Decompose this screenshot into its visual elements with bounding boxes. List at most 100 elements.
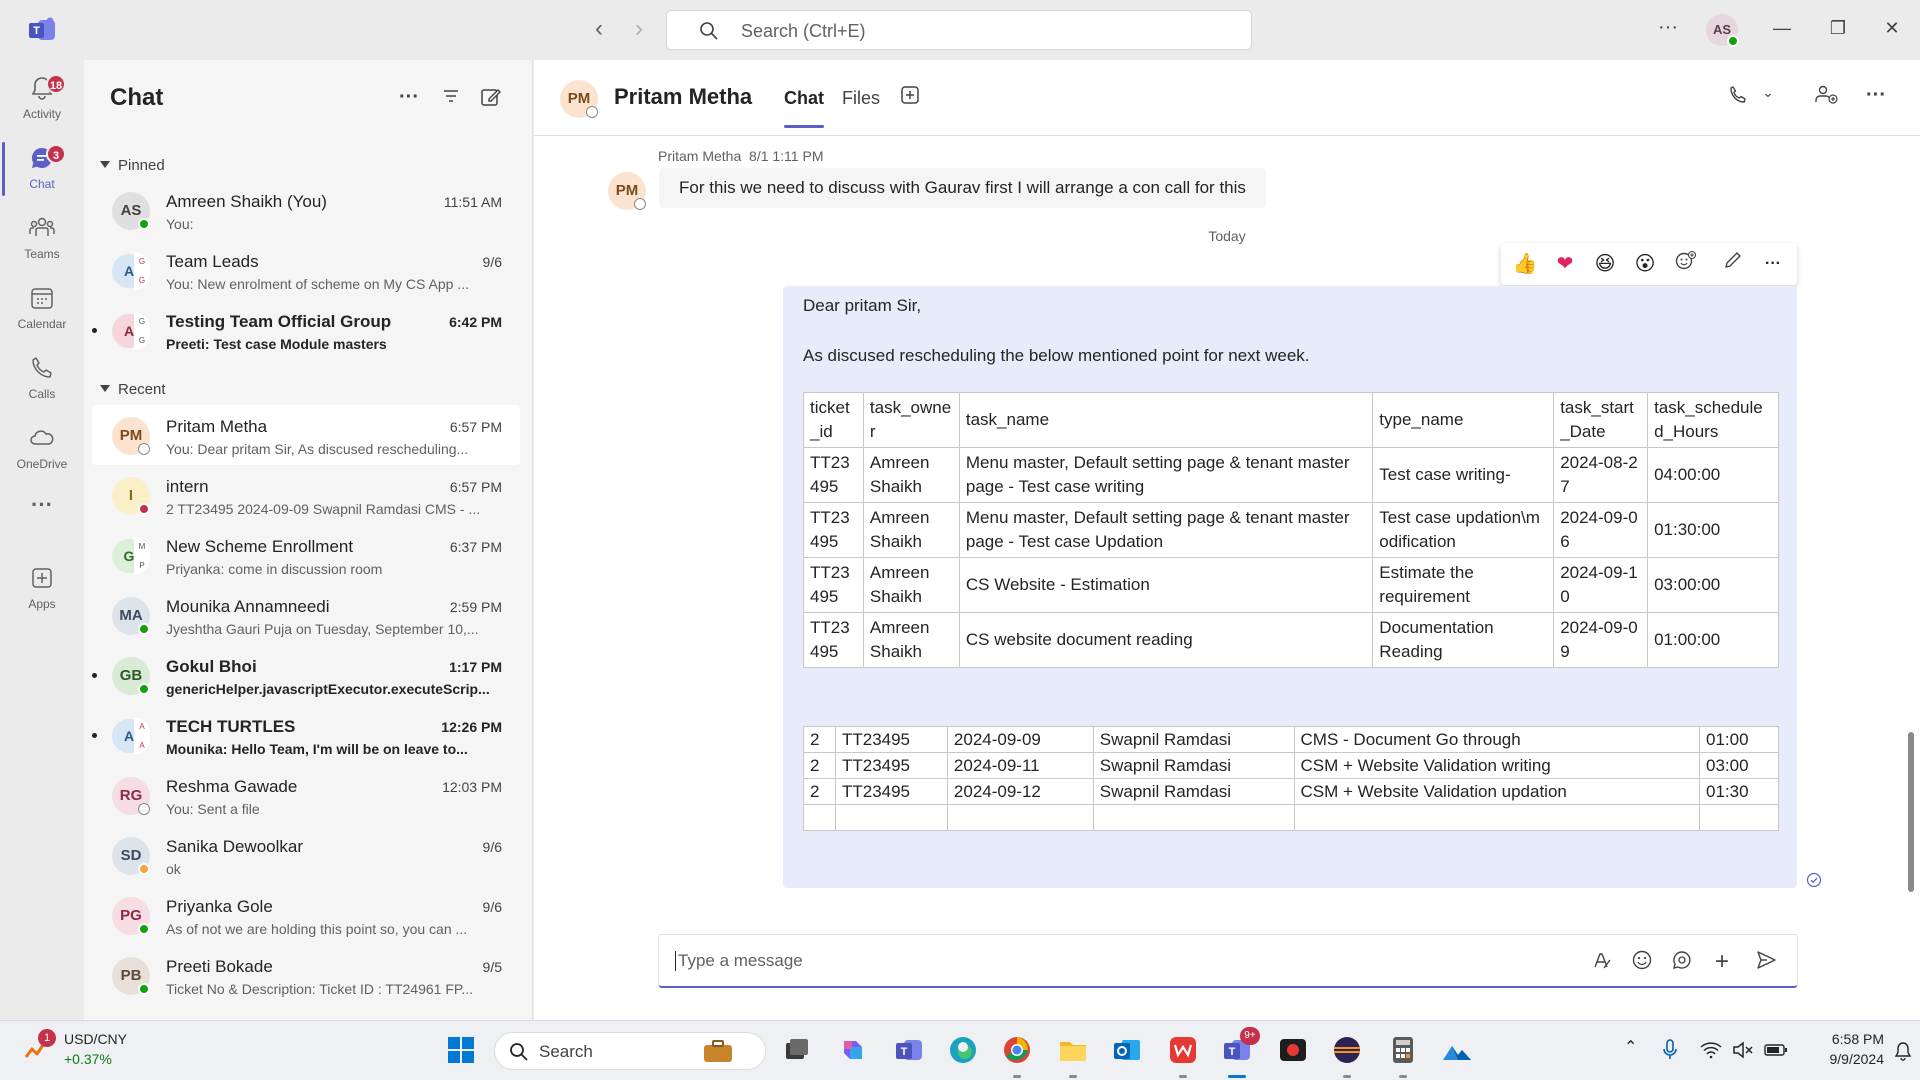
add-tab-icon[interactable] [896,84,924,112]
rail-item-activity[interactable]: 18 Activity [0,66,84,132]
call-icon[interactable] [1724,84,1752,112]
chat-badge: 3 [46,144,66,164]
taskbar-date[interactable]: 9/9/2024 [1798,1051,1885,1067]
attach-plus-icon[interactable]: + [1709,949,1735,975]
table-cell: TT23495 [834,752,948,779]
wps-office-icon[interactable] [1166,1033,1200,1067]
loop-component-icon[interactable] [1669,949,1695,975]
avatar: AS [112,192,150,230]
outgoing-message[interactable]: Dear pritam Sir, As discused reschedulin… [783,286,1797,888]
group-avatar-stack-icon: GG [134,312,150,350]
pinned-section-label[interactable]: Pinned [100,157,165,174]
more-apps-icon[interactable]: ··· [0,492,84,558]
chat-preview: Preeti: Test case Module masters [166,336,387,352]
taskbar-time[interactable]: 6:58 PM [1798,1031,1884,1047]
close-icon[interactable]: ✕ [1880,16,1904,40]
sender-avatar[interactable]: PM [608,172,646,210]
rail-item-calls[interactable]: Calls [0,346,84,412]
surprised-reaction-icon[interactable]: 😮 [1631,250,1659,278]
emoji-icon[interactable] [1629,949,1655,975]
unread-dot-icon [92,673,97,678]
avatar: I [112,477,150,515]
copilot-icon[interactable] [836,1033,870,1067]
edge-icon[interactable] [946,1033,980,1067]
recent-section-label[interactable]: Recent [100,381,166,398]
notification-bell-icon[interactable] [1894,1041,1912,1066]
chat-item-testing-team[interactable]: AGG Testing Team Official Group 6:42 PM … [92,300,520,360]
teams-taskbar-icon[interactable]: T [892,1033,926,1067]
scrollbar[interactable] [1908,732,1914,892]
filter-icon[interactable] [438,86,464,112]
chat-item-amreen-shaikh[interactable]: AS Amreen Shaikh (You) 11:51 AM You: [92,180,520,240]
volume-muted-icon[interactable] [1732,1041,1754,1064]
screen-recorder-icon[interactable] [1276,1033,1310,1067]
thumbs-up-reaction-icon[interactable]: 👍 [1511,250,1539,278]
table-row [803,804,1780,831]
chevron-down-icon[interactable]: ⌄ [1754,84,1782,112]
recent-label-text: Recent [118,381,166,398]
message-meta: Pritam Metha 8/1 1:11 PM [658,148,823,164]
format-icon[interactable] [1589,949,1615,975]
chat-item-intern[interactable]: I intern 6:57 PM 2 TT23495 2024-09-09 Sw… [92,465,520,525]
rail-item-chat[interactable]: 3 Chat [0,136,84,202]
tab-chat[interactable]: Chat [784,88,824,128]
outlook-icon[interactable] [1110,1033,1144,1067]
wifi-icon[interactable] [1700,1041,1722,1064]
chat-item-team-leads[interactable]: AGG Team Leads 9/6 You: New enrolment of… [92,240,520,300]
presence-offline-icon [138,803,150,815]
eclipse-icon[interactable] [1330,1033,1364,1067]
microphone-icon[interactable] [1662,1039,1678,1066]
chat-item-tech-turtles[interactable]: AAA TECH TURTLES 12:26 PM Mounika: Hello… [92,705,520,765]
photos-icon[interactable] [1440,1033,1474,1067]
contact-avatar[interactable]: PM [560,80,598,118]
rail-item-apps[interactable]: Apps [0,556,84,622]
chat-item-mounika-annamneedi[interactable]: MA Mounika Annamneedi 2:59 PM Jyeshtha G… [92,585,520,645]
edit-icon[interactable] [1719,250,1747,278]
chat-item-priyanka-gole[interactable]: PG Priyanka Gole 9/6 As of not we are ho… [92,885,520,945]
minimize-icon[interactable]: — [1770,16,1794,40]
add-people-icon[interactable] [1812,84,1840,112]
new-chat-icon[interactable] [478,86,504,112]
forward-arrow-icon[interactable]: › [624,14,654,44]
back-arrow-icon[interactable]: ‹ [584,14,614,44]
user-avatar[interactable]: AS [1706,14,1739,47]
chat-item-preeti-bokade[interactable]: PB Preeti Bokade 9/5 Ticket No & Descrip… [92,945,520,1005]
rail-label: OneDrive [16,457,68,471]
tab-files[interactable]: Files [842,88,880,109]
avatar-initials: PM [119,427,143,444]
send-icon[interactable] [1753,949,1779,975]
rail-item-onedrive[interactable]: OneDrive [0,416,84,482]
incoming-message[interactable]: For this we need to discuss with Gaurav … [659,168,1266,208]
presence-available-icon [138,923,150,935]
chat-item-reshma-gawade[interactable]: RG Reshma Gawade 12:03 PM You: Sent a fi… [92,765,520,825]
chrome-icon[interactable] [1000,1033,1034,1067]
battery-icon[interactable] [1764,1041,1788,1064]
add-reaction-icon[interactable] [1671,250,1699,278]
taskbar-search[interactable]: Search [494,1032,766,1070]
message-composer[interactable]: Type a message + [658,934,1798,988]
chat-item-gokul-bhoi[interactable]: GB Gokul Bhoi 1:17 PM genericHelper.java… [92,645,520,705]
file-explorer-icon[interactable] [1056,1033,1090,1067]
contact-name[interactable]: Pritam Metha [614,84,752,110]
rail-item-calendar[interactable]: Calendar [0,276,84,342]
more-options-icon[interactable]: ··· [1862,84,1890,112]
restore-icon[interactable]: ❐ [1826,16,1850,40]
chat-item-sanika-dewoolkar[interactable]: SD Sanika Dewoolkar 9/6 ok [92,825,520,885]
chat-item-new-scheme-enrollment[interactable]: GMP New Scheme Enrollment 6:37 PM Priyan… [92,525,520,585]
more-options-icon[interactable]: ··· [1658,16,1678,39]
heart-reaction-icon[interactable]: ❤ [1551,250,1579,278]
chat-name: Priyanka Gole [166,897,273,916]
show-hidden-icons-icon[interactable]: ⌃ [1624,1037,1637,1057]
laugh-reaction-icon[interactable]: 😆 [1591,250,1619,278]
more-options-icon[interactable]: ··· [1759,250,1787,278]
widget-title[interactable]: USD/CNY [64,1031,127,1047]
rail-item-teams[interactable]: Teams [0,206,84,272]
task-view-icon[interactable] [780,1033,814,1067]
windows-start-icon[interactable] [444,1033,478,1067]
search-input[interactable]: Search (Ctrl+E) [666,10,1252,50]
more-options-icon[interactable]: ··· [396,86,422,112]
teams-active-taskbar-icon[interactable]: T 9+ [1220,1027,1260,1067]
calculator-icon[interactable] [1386,1033,1420,1067]
weather-widget-icon[interactable]: 1 [22,1029,56,1063]
chat-item-pritam-metha[interactable]: PM Pritam Metha 6:57 PM You: Dear pritam… [92,405,520,465]
